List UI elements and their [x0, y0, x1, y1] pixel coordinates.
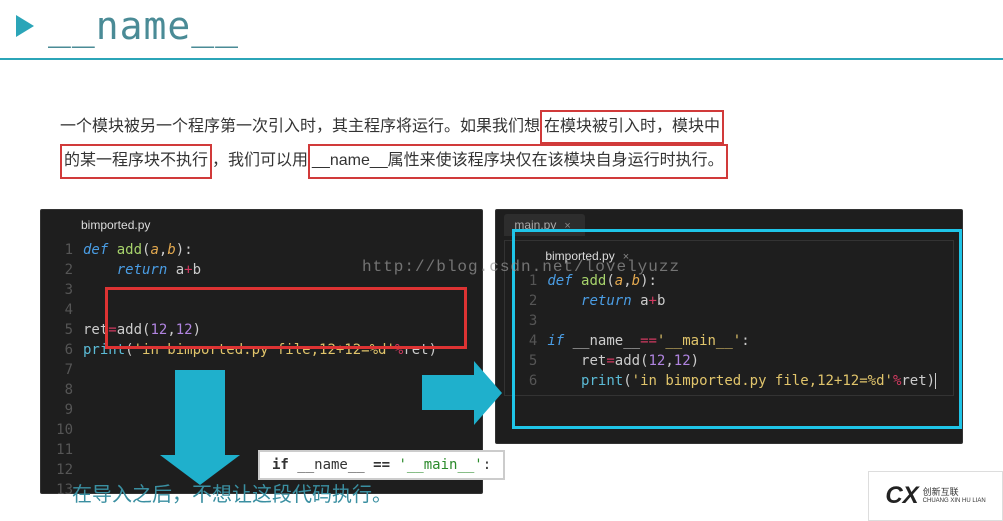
arrow-right-icon [422, 375, 477, 410]
logo-text: 创新互联 CHUANG XIN HU LIAN [923, 487, 986, 505]
para-text-2: ，我们可以用 [212, 152, 308, 169]
tab-main[interactable]: main.py × [504, 214, 584, 236]
tab-label: bimported.py [545, 249, 614, 263]
line-numbers-right: 123456 [505, 271, 547, 391]
logo-mark: CX [885, 482, 918, 510]
tab-bimported-right[interactable]: bimported.py × [535, 245, 643, 267]
logo-badge: CX 创新互联 CHUANG XIN HU LIAN [868, 471, 1003, 521]
highlight-3: __name__属性来使该程序块仅在该模块自身运行时执行。 [308, 144, 728, 178]
close-icon[interactable]: × [564, 220, 570, 232]
tab-label: bimported.py [81, 218, 150, 232]
code-lines-right[interactable]: def add(a,b): return a+b if __name__=='_… [547, 271, 953, 391]
editor-right: main.py × bimported.py × 123456 def add(a,… [495, 209, 963, 444]
arrow-down-icon [175, 370, 240, 485]
close-icon[interactable]: × [623, 251, 629, 263]
highlight-2: 的某一程序块不执行 [60, 144, 212, 178]
page-title: __name__ [48, 4, 239, 48]
para-text-1: 一个模块被另一个程序第一次引入时，其主程序将运行。如果我们想 [60, 118, 540, 135]
tab-label: main.py [514, 218, 556, 232]
highlight-1: 在模块被引入时，模块中 [540, 110, 724, 144]
triangle-icon [16, 15, 34, 37]
tab-bar-right-outer: main.py × [496, 210, 962, 236]
bottom-caption: 在导入之后，不想让这段代码执行。 [72, 478, 392, 507]
page-header: __name__ [0, 0, 1003, 60]
intro-paragraph: 一个模块被另一个程序第一次引入时，其主程序将运行。如果我们想在模块被引入时，模块… [0, 60, 1003, 209]
tab-bimported-left[interactable]: bimported.py [71, 214, 164, 236]
code-popup: if __name__ == '__main__': [258, 450, 505, 480]
line-numbers-left: 12345678910111213 [41, 240, 83, 500]
tab-bar-right-inner: bimported.py × [505, 241, 953, 267]
tab-bar-left: bimported.py [41, 210, 482, 236]
code-area-right: 123456 def add(a,b): return a+b if __nam… [505, 267, 953, 395]
